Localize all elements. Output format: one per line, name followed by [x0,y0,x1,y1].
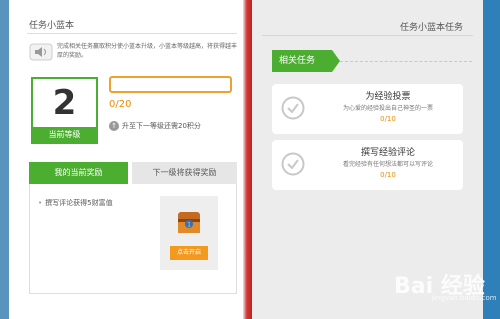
page-title: 任务小蓝本 [29,21,75,31]
left-page: 任务小蓝本 完成相关任务赢取积分使小蓝本升级，小蓝本等级越高，将获得越丰厚的奖励… [9,0,243,319]
task-title: 撰写经验评论 [360,148,415,158]
task-desc: 为心爱的经验投出自己神圣的一票 [342,105,433,112]
reward-tabs: 我的当前奖励 下一级将获得奖励 [29,162,237,184]
task-desc: 看完经验有任何想法都可以写评论 [342,161,433,168]
chest-card: 1 点击开启 [160,196,218,270]
upgrade-hint-text: 升至下一等级还需20积分 [122,122,201,130]
tab-current-reward[interactable]: 我的当前奖励 [29,162,128,184]
open-chest-button[interactable]: 点击开启 [170,246,208,260]
baidu-watermark: Bai 经验 jingyan.baidu.com [380,266,498,306]
book-spine [243,0,252,319]
divider [262,35,473,36]
check-circle-icon [281,96,305,120]
frame-left [0,0,9,319]
level-badge: 2 当前等级 [31,77,98,144]
level-label: 当前等级 [33,127,96,142]
task-card-comment[interactable]: 撰写经验评论 看完经验有任何想法都可以写评论 0/10 [272,140,463,190]
check-circle-icon [281,152,305,176]
reward-item: 撰写评论获得5财富值 [38,198,112,208]
upgrade-hint: ↑ 升至下一等级还需20积分 [109,121,201,131]
svg-text:1: 1 [187,222,191,229]
tab-next-reward[interactable]: 下一级将获得奖励 [132,162,237,184]
divider [27,33,237,34]
divider [340,61,472,62]
section-ribbon: 相关任务 [272,50,340,72]
speaker-icon [29,43,53,61]
level-number: 2 [52,83,77,123]
task-title: 为经验投票 [365,92,411,102]
task-count: 0/10 [380,171,396,179]
reward-panel: 撰写评论获得5财富值 1 点击开启 [29,184,237,294]
progress-text: 0/20 [109,99,132,110]
treasure-chest-icon: 1 [178,212,200,233]
watermark-url: jingyan.baidu.com [432,294,497,302]
page-title-right: 任务小蓝本任务 [399,23,463,33]
task-count: 0/10 [380,115,396,123]
intro-text: 完成相关任务赢取积分使小蓝本升级，小蓝本等级越高，将获得越丰厚的奖励。 [57,43,238,59]
progress-bar [109,76,232,93]
task-card-vote[interactable]: 为经验投票 为心爱的经验投出自己神圣的一票 0/10 [272,84,463,134]
arrow-up-icon: ↑ [109,121,119,131]
